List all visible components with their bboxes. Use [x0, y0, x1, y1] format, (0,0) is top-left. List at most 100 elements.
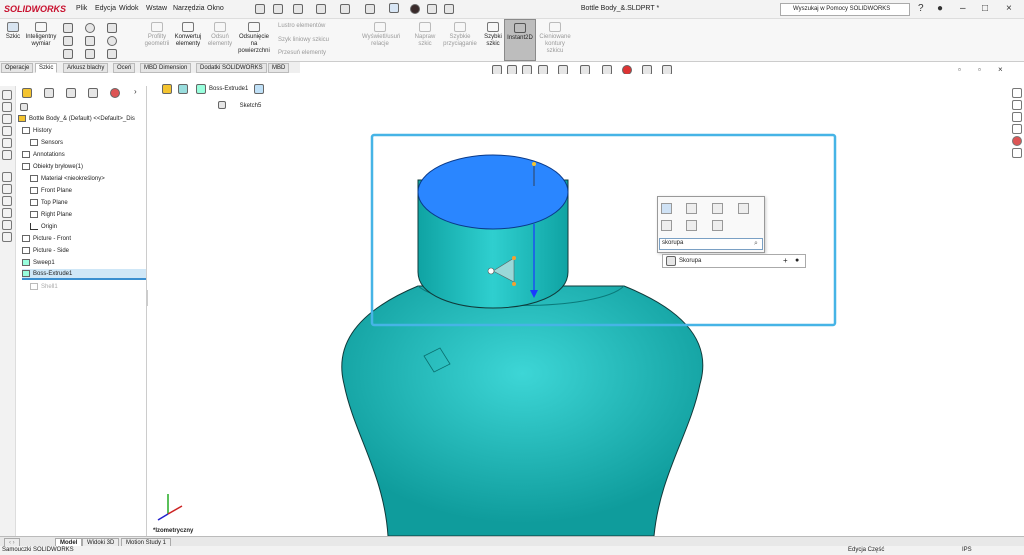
appearance-tool-icon[interactable]: [686, 220, 697, 231]
dimxpert-icon[interactable]: [88, 88, 98, 98]
chevron-right-icon[interactable]: ›: [134, 87, 137, 96]
tree-item-history[interactable]: History: [22, 126, 52, 137]
options-icon[interactable]: [444, 4, 454, 14]
shortcut-search-input[interactable]: skorupa: [659, 238, 763, 250]
strip-icon-8[interactable]: [2, 184, 12, 194]
strip-icon-3[interactable]: [2, 114, 12, 124]
tree-item-top-plane[interactable]: Top Plane: [30, 198, 68, 209]
custom-properties-icon[interactable]: [1012, 148, 1022, 158]
handle-upper[interactable]: [512, 256, 516, 260]
tree-item-front-plane[interactable]: Front Plane: [30, 186, 72, 197]
profile-geometry-button[interactable]: Profilty geometrii: [142, 22, 172, 48]
tab-sketch[interactable]: Szkic: [35, 63, 58, 73]
undo-icon[interactable]: [365, 4, 375, 14]
strip-icon-1[interactable]: [2, 90, 12, 100]
breadcrumb-body-icon[interactable]: [178, 84, 188, 94]
eye-icon[interactable]: ●: [795, 255, 799, 267]
tree-item-solid-bodies[interactable]: Obiekty bryłowe(1): [22, 162, 83, 173]
property-manager-icon[interactable]: [44, 88, 54, 98]
spline-icon[interactable]: [107, 23, 117, 33]
strip-icon-5[interactable]: [2, 138, 12, 148]
tree-item-annotations[interactable]: Annotations: [22, 150, 65, 161]
units-selector[interactable]: IPS: [962, 546, 972, 555]
tree-item-right-plane[interactable]: Right Plane: [30, 210, 72, 221]
select-icon[interactable]: [389, 3, 399, 13]
select-tool-icon[interactable]: [661, 203, 672, 214]
menu-file[interactable]: Plik: [76, 5, 87, 12]
tab-addins[interactable]: Dodatki SOLIDWORKS: [196, 63, 267, 73]
display-relations-button[interactable]: Wyświetl/usuń relacje: [362, 22, 400, 48]
rectangle-icon[interactable]: [63, 36, 73, 46]
menu-insert[interactable]: Wstaw: [146, 5, 167, 12]
tree-root[interactable]: Bottle Body_& (Default) <<Default>_Dis: [18, 114, 135, 125]
close-icon[interactable]: ×: [1006, 3, 1012, 14]
print-icon[interactable]: [340, 4, 350, 14]
handle-top[interactable]: [532, 162, 536, 166]
design-library-icon[interactable]: [1012, 100, 1022, 110]
help-search-input[interactable]: Wyszukaj w Pomocy SOLIDWORKS: [780, 3, 910, 16]
tree-item-origin[interactable]: Origin: [30, 222, 57, 233]
arc-icon[interactable]: [85, 36, 95, 46]
rapid-sketch-button[interactable]: Szybki szkic: [482, 22, 504, 48]
offset-on-surface-button[interactable]: Odsunięcie na powierzchni: [236, 22, 272, 55]
tab-evaluate[interactable]: Oceń: [113, 63, 136, 73]
display-manager-icon[interactable]: [110, 88, 120, 98]
strip-icon-6[interactable]: [2, 150, 12, 160]
tab-mbd[interactable]: MBD: [268, 63, 290, 73]
tree-item-sensors[interactable]: Sensors: [30, 138, 63, 149]
bottle-body[interactable]: [341, 285, 704, 537]
text-icon[interactable]: [107, 49, 117, 59]
tree-item-shell1[interactable]: Shell1: [30, 282, 58, 293]
extrude-tool-icon[interactable]: [686, 203, 697, 214]
tree-item-sweep1[interactable]: Sweep1: [22, 258, 55, 269]
traffic-light-icon[interactable]: [410, 4, 420, 14]
smart-dimension-button[interactable]: Inteligentny wymiar: [23, 22, 59, 48]
tree-item-boss-extrude1[interactable]: Boss-Extrude1: [22, 269, 146, 280]
menu-window[interactable]: Okno: [207, 5, 224, 12]
appearances-icon[interactable]: [1012, 136, 1022, 146]
move-entities-button[interactable]: Przesuń elementy: [278, 50, 326, 57]
quick-snaps-button[interactable]: Szybkie przyciąganie: [442, 22, 478, 48]
ellipse-icon[interactable]: [107, 36, 117, 46]
circle-icon[interactable]: [85, 23, 95, 33]
view-tool-icon[interactable]: [738, 203, 749, 214]
offset-entities-button[interactable]: Odsuń elementy: [205, 22, 235, 48]
tab-features[interactable]: Operacje: [1, 63, 34, 73]
menu-view[interactable]: Widok: [119, 5, 138, 12]
mirror-entities-button[interactable]: Lustro elementów: [278, 23, 325, 30]
viewport-close-icon[interactable]: ×: [998, 65, 1003, 74]
menu-edit[interactable]: Edycja: [95, 5, 116, 12]
tab-sheet-metal[interactable]: Arkusz blachy: [63, 63, 109, 73]
menu-tools[interactable]: Narzędzia: [173, 5, 205, 12]
home-icon[interactable]: [255, 4, 265, 14]
feature-manager-icon[interactable]: [22, 88, 32, 98]
shaded-contours-button[interactable]: Cieniowane kontury szkicu: [537, 22, 573, 55]
view-palette-icon[interactable]: [1012, 124, 1022, 134]
strip-icon-2[interactable]: [2, 102, 12, 112]
strip-icon-11[interactable]: [2, 220, 12, 230]
open-icon[interactable]: [293, 4, 303, 14]
save-icon[interactable]: [316, 4, 326, 14]
search-result-shell[interactable]: Skorupa + ●: [662, 254, 806, 268]
filter-icon[interactable]: [20, 103, 28, 111]
plane-tool-icon[interactable]: [661, 220, 672, 231]
strip-icon-9[interactable]: [2, 196, 12, 206]
tab-mbd-dimension[interactable]: MBD Dimension: [140, 63, 192, 73]
strip-icon-10[interactable]: [2, 208, 12, 218]
file-properties-icon[interactable]: [427, 4, 437, 14]
minimize-icon[interactable]: –: [960, 3, 966, 14]
top-face[interactable]: [417, 154, 569, 230]
breadcrumb-extrude-icon[interactable]: [196, 84, 206, 94]
convert-entities-button[interactable]: Konwertuj elementy: [172, 22, 204, 48]
repair-sketch-button[interactable]: Napraw szkic: [412, 22, 438, 48]
cut-tool-icon[interactable]: [712, 203, 723, 214]
linear-pattern-button[interactable]: Szyk liniowy szkicu: [278, 37, 329, 44]
strip-icon-4[interactable]: [2, 126, 12, 136]
resources-icon[interactable]: [1012, 88, 1022, 98]
polygon-icon[interactable]: [85, 49, 95, 59]
handle-lower[interactable]: [512, 282, 516, 286]
viewport-restore-icon[interactable]: ▫: [958, 65, 961, 74]
section-tool-icon[interactable]: [712, 220, 723, 231]
instant2d-button[interactable]: Instant2D: [504, 19, 536, 61]
new-doc-icon[interactable]: [273, 4, 283, 14]
